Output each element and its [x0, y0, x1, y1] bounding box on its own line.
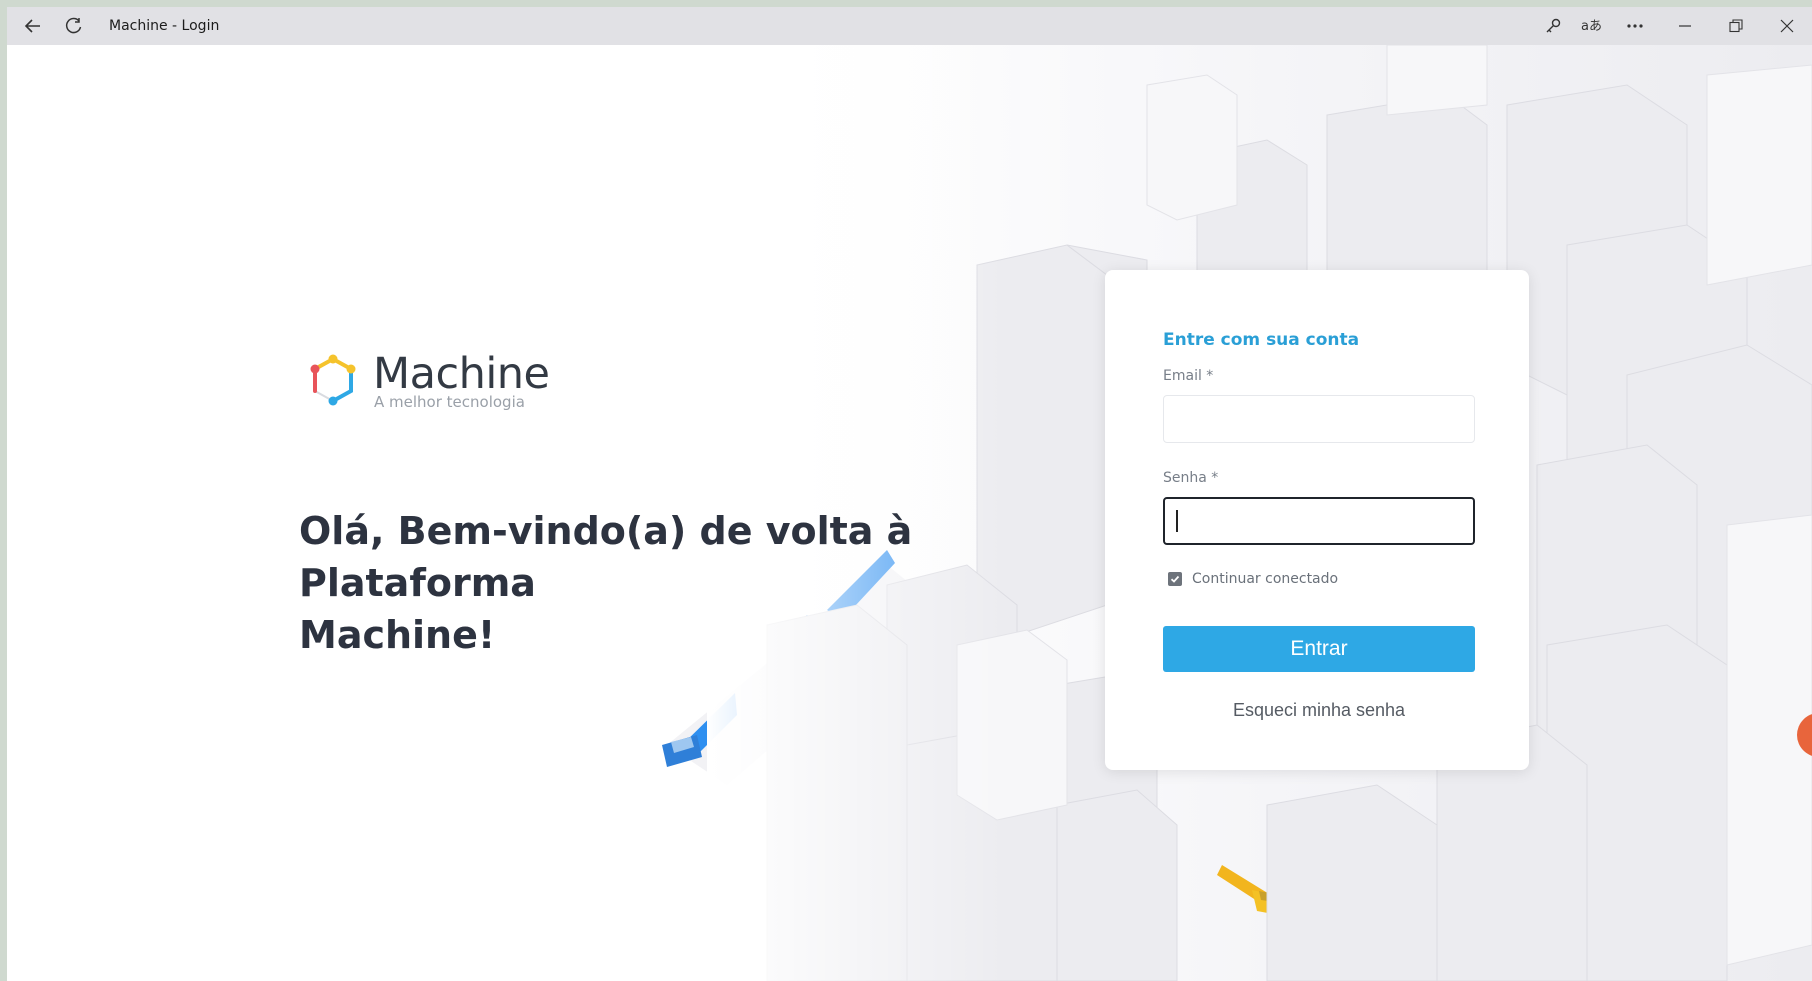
translate-button[interactable]: aあ: [1572, 7, 1610, 45]
refresh-button[interactable]: [55, 7, 93, 45]
brand-logo: Machine A melhor tecnologia: [303, 351, 550, 411]
remember-me-checkbox[interactable]: [1168, 572, 1182, 586]
login-card: Entre com sua conta Email * Senha * Cont…: [1105, 270, 1529, 770]
login-title: Entre com sua conta: [1163, 330, 1360, 350]
forgot-password-link[interactable]: Esqueci minha senha: [1163, 700, 1475, 721]
back-button[interactable]: [11, 7, 55, 45]
remember-me-label: Continuar conectado: [1192, 571, 1339, 587]
browser-window: Machine - Login aあ Machine A melhor tecn…: [7, 7, 1812, 981]
more-icon: [1627, 24, 1643, 28]
remember-me[interactable]: Continuar conectado: [1168, 571, 1338, 587]
close-icon: [1780, 19, 1794, 33]
svg-text:a: a: [1581, 19, 1589, 34]
minimize-icon: [1679, 25, 1691, 27]
checkmark-icon: [1170, 575, 1180, 583]
svg-text:あ: あ: [1589, 19, 1602, 34]
refresh-icon: [65, 17, 82, 34]
email-label: Email *: [1163, 368, 1214, 384]
email-field[interactable]: [1163, 395, 1475, 443]
minimize-button[interactable]: [1660, 7, 1710, 45]
machine-logo-icon: [310, 354, 356, 406]
back-arrow-icon: [24, 19, 40, 33]
password-field[interactable]: [1163, 497, 1475, 545]
key-button[interactable]: [1534, 7, 1572, 45]
login-page: Machine A melhor tecnologia Olá, Bem-vin…: [7, 45, 1812, 981]
restore-button[interactable]: [1710, 7, 1762, 45]
brand-name: Machine: [373, 349, 550, 399]
welcome-headline: Olá, Bem-vindo(a) de volta à Plataforma …: [299, 505, 1079, 661]
welcome-headline-line2: Machine!: [299, 613, 496, 657]
password-label: Senha *: [1163, 470, 1219, 486]
translate-icon: aあ: [1581, 19, 1602, 34]
window-title: Machine - Login: [109, 18, 220, 34]
text-cursor: [1176, 510, 1178, 532]
brand-tagline: A melhor tecnologia: [374, 393, 525, 411]
login-button[interactable]: Entrar: [1163, 626, 1475, 672]
title-bar: Machine - Login aあ: [7, 7, 1812, 45]
key-icon: [1546, 18, 1561, 33]
more-button[interactable]: [1610, 7, 1660, 45]
welcome-headline-line1: Olá, Bem-vindo(a) de volta à Plataforma: [299, 509, 913, 605]
close-button[interactable]: [1762, 7, 1812, 45]
restore-icon: [1729, 19, 1743, 33]
